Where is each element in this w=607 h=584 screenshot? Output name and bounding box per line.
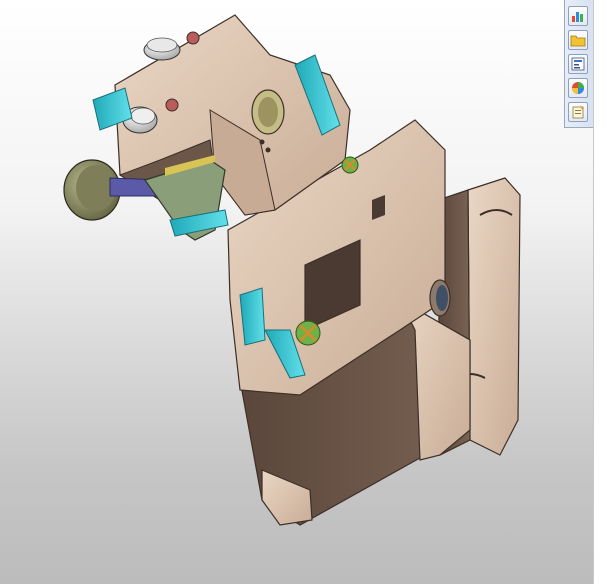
custom-properties-icon (572, 105, 584, 119)
appearances-scenes-tab[interactable] (568, 78, 588, 98)
file-explorer-icon (571, 57, 585, 71)
solidworks-resources-tab[interactable] (568, 6, 588, 26)
design-library-tab[interactable] (568, 30, 588, 50)
task-pane (593, 0, 607, 584)
custom-properties-tab[interactable] (568, 102, 588, 122)
task-pane-tab-strip (564, 0, 593, 128)
top-thumb-knob[interactable] (143, 37, 181, 61)
solidworks-resources-icon (572, 12, 583, 22)
appearances-scenes-icon (572, 82, 584, 94)
file-explorer-tab[interactable] (568, 54, 588, 74)
graphics-area[interactable] (0, 0, 593, 584)
3d-assembly-model[interactable] (0, 0, 593, 584)
design-library-folder-icon (570, 35, 586, 47)
